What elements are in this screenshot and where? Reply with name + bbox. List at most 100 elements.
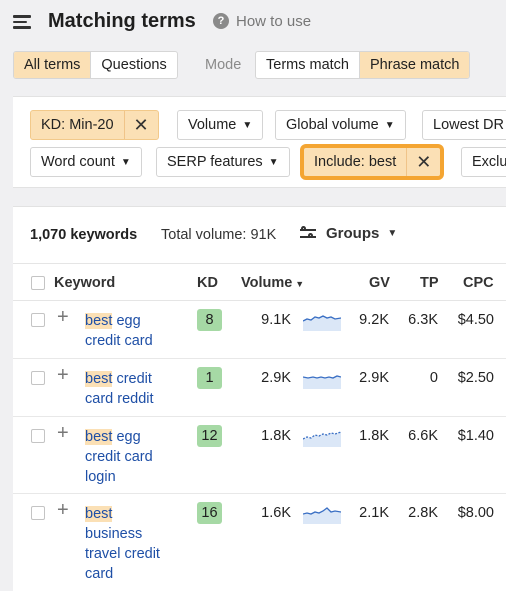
filter-serp-features-label: SERP features <box>167 154 263 170</box>
keyword-rest: business <box>85 526 143 542</box>
column-cpc[interactable]: CPC <box>463 275 494 291</box>
keyword-match: best <box>85 429 113 445</box>
filter-exclude-label: Exclude <box>472 154 506 170</box>
filter-kd-label: KD: Min-20 <box>41 117 114 133</box>
keyword-match: best <box>85 371 113 387</box>
keyword-link[interactable]: best egg credit card login <box>85 427 175 487</box>
filter-volume-dropdown[interactable]: Volume ▼ <box>177 110 264 140</box>
total-volume: Total volume: 91K <box>161 227 277 243</box>
cpc-value: $8.00 <box>457 505 494 521</box>
row-checkbox[interactable] <box>31 313 45 327</box>
tab-terms-match[interactable]: Terms match <box>256 52 359 78</box>
sparkline-icon <box>303 431 341 447</box>
filter-serp-features-dropdown[interactable]: SERP features ▼ <box>156 147 290 177</box>
keyword-rest: credit card <box>85 333 153 349</box>
filter-word-count-label: Word count <box>41 154 115 170</box>
filter-lowest-dr-label: Lowest DR <box>433 117 504 133</box>
kd-badge: 12 <box>197 425 222 447</box>
filter-panel: KD: Min-20 ✕ Volume ▼ Global volume ▼ Lowe… <box>13 96 506 188</box>
keyword-link[interactable]: best egg credit card <box>85 311 175 351</box>
sparkline-icon <box>303 315 341 331</box>
caret-down-icon: ▼ <box>242 120 253 131</box>
groups-label: Groups <box>326 225 380 242</box>
keyword-rest: card reddit <box>85 391 154 407</box>
sort-desc-icon: ▼ <box>295 279 305 289</box>
filter-lowest-dr-dropdown[interactable]: Lowest DR <box>422 110 506 140</box>
filter-volume-label: Volume <box>188 117 237 133</box>
volume-value: 2.9K <box>261 370 291 386</box>
keyword-rest: egg <box>116 429 141 445</box>
keyword-count: 1,070 keywords <box>30 227 138 243</box>
tab-all-terms[interactable]: All terms <box>14 52 91 78</box>
column-volume-label: Volume <box>241 275 293 291</box>
row-checkbox[interactable] <box>31 371 45 385</box>
tp-value: 0 <box>429 370 438 386</box>
column-volume[interactable]: Volume ▼ <box>241 275 304 291</box>
keyword-rest: login <box>85 469 116 485</box>
caret-down-icon: ▼ <box>384 120 395 131</box>
kd-badge: 1 <box>197 367 222 389</box>
keywords-table-panel: 1,070 keywords Total volume: 91K Groups … <box>13 206 506 591</box>
mode-label: Mode <box>205 57 242 73</box>
caret-down-icon: ▼ <box>120 157 131 168</box>
keyword-rest: egg <box>116 313 141 329</box>
tp-value: 2.8K <box>408 505 438 521</box>
cpc-value: $4.50 <box>457 312 494 328</box>
tab-phrase-match[interactable]: Phrase match <box>359 52 470 78</box>
filter-include-label: Include: best <box>314 154 397 170</box>
term-type-tabs: All terms Questions <box>13 51 178 79</box>
filter-word-count-dropdown[interactable]: Word count ▼ <box>30 147 142 177</box>
page-header: Matching terms ? How to use <box>0 0 506 44</box>
keyword-link[interactable]: best credit card reddit <box>85 369 175 409</box>
filter-include-chip[interactable]: Include: best ✕ <box>303 147 442 177</box>
kd-badge: 8 <box>197 309 222 331</box>
tp-value: 6.3K <box>408 312 438 328</box>
column-tp[interactable]: TP <box>420 275 439 291</box>
hamburger-icon[interactable] <box>13 15 31 29</box>
question-circle-icon[interactable]: ? <box>213 13 229 29</box>
volume-value: 1.6K <box>261 505 291 521</box>
table-row: + best credit card reddit 1 2.9K 2.9K 0 $… <box>13 359 506 417</box>
sliders-icon <box>300 225 316 241</box>
tp-value: 6.6K <box>408 428 438 444</box>
plus-icon[interactable]: + <box>57 500 69 520</box>
gv-value: 2.9K <box>359 370 389 386</box>
table-header: Keyword KD Volume ▼ GV TP CPC <box>13 263 506 301</box>
keyword-match: best <box>85 313 113 329</box>
match-mode-tabs: Terms match Phrase match <box>255 51 471 79</box>
plus-icon[interactable]: + <box>57 307 69 327</box>
close-icon[interactable]: ✕ <box>406 148 440 176</box>
column-gv[interactable]: GV <box>369 275 390 291</box>
table-row: + best egg credit card 8 9.1K 9.2K 6.3K $… <box>13 301 506 359</box>
plus-icon[interactable]: + <box>57 365 69 385</box>
keyword-rest: card <box>85 566 114 582</box>
column-kd[interactable]: KD <box>197 275 218 291</box>
kd-badge: 16 <box>197 502 222 524</box>
close-icon[interactable]: ✕ <box>123 111 158 139</box>
cpc-value: $1.40 <box>457 428 494 444</box>
cpc-value: $2.50 <box>457 370 494 386</box>
tab-questions[interactable]: Questions <box>90 52 176 78</box>
select-all-checkbox[interactable] <box>31 276 45 290</box>
row-checkbox[interactable] <box>31 506 45 520</box>
groups-button[interactable]: Groups ▼ <box>300 225 397 242</box>
column-keyword[interactable]: Keyword <box>54 275 115 291</box>
page-title: Matching terms <box>48 10 196 32</box>
gv-value: 9.2K <box>359 312 389 328</box>
how-to-use-link[interactable]: How to use <box>236 13 311 30</box>
filter-global-volume-dropdown[interactable]: Global volume ▼ <box>275 110 406 140</box>
filter-kd-chip[interactable]: KD: Min-20 ✕ <box>30 110 159 140</box>
gv-value: 1.8K <box>359 428 389 444</box>
filter-exclude-dropdown[interactable]: Exclude <box>461 147 506 177</box>
volume-value: 9.1K <box>261 312 291 328</box>
sparkline-icon <box>303 375 341 389</box>
caret-down-icon: ▼ <box>387 228 398 239</box>
filter-global-volume-label: Global volume <box>286 117 379 133</box>
plus-icon[interactable]: + <box>57 423 69 443</box>
gv-value: 2.1K <box>359 505 389 521</box>
keyword-link[interactable]: best business travel credit card <box>85 504 175 584</box>
table-row: + best egg credit card login 12 1.8K 1.8K … <box>13 417 506 494</box>
caret-down-icon: ▼ <box>268 157 279 168</box>
volume-value: 1.8K <box>261 428 291 444</box>
row-checkbox[interactable] <box>31 429 45 443</box>
